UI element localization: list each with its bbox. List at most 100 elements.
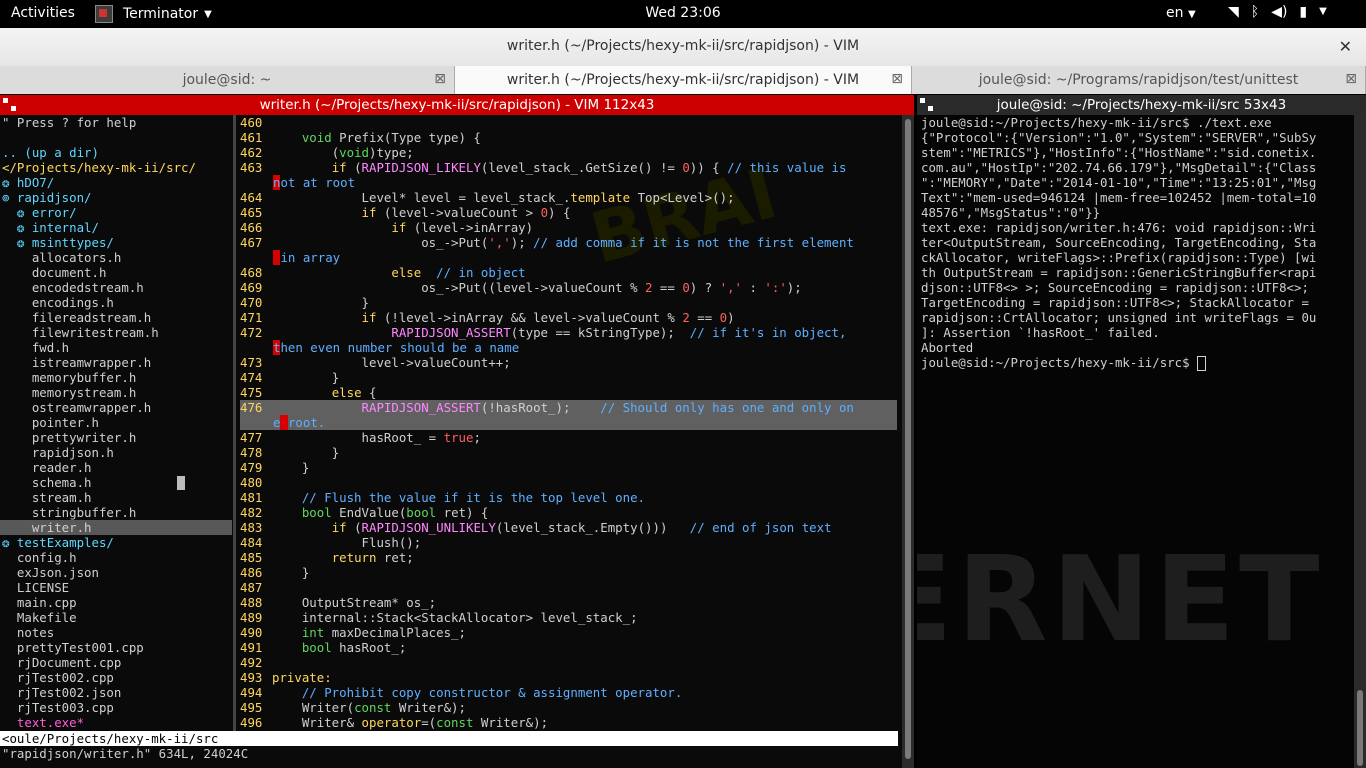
tree-file-item[interactable]: encodings.h	[2, 295, 114, 310]
code-line[interactable]: 483 if (RAPIDJSON_UNLIKELY(level_stack_.…	[240, 520, 897, 535]
code-line[interactable]: 484 Flush();	[240, 535, 897, 550]
tree-file-item[interactable]: prettyTest001.cpp	[2, 640, 144, 655]
code-buffer[interactable]: 460 461 void Prefix(Type type) {462 (void…	[240, 115, 900, 735]
window-titlebar[interactable]: writer.h (~/Projects/hexy-mk-ii/src/rapi…	[0, 28, 1366, 67]
code-line[interactable]: then even number should be a name	[240, 340, 897, 355]
tree-file-item[interactable]: ostreamwrapper.h	[2, 400, 151, 415]
tree-file-item[interactable]: writer.h	[0, 520, 232, 535]
code-line[interactable]: 471 if (!level->inArray && level->valueC…	[240, 310, 897, 325]
tree-file-item[interactable]: rapidjson.h	[2, 445, 114, 460]
tree-file-item[interactable]: pointer.h	[2, 415, 99, 430]
code-line[interactable]: 490 int maxDecimalPlaces_;	[240, 625, 897, 640]
tree-file-item[interactable]: prettywriter.h	[2, 430, 136, 445]
code-line[interactable]: 464 Level* level = level_stack_.template…	[240, 190, 897, 205]
tree-file-item[interactable]: allocators.h	[2, 250, 122, 265]
tree-dir-item[interactable]: </Projects/hexy-mk-ii/src/	[2, 160, 196, 175]
keyboard-layout[interactable]: en ▼	[1166, 5, 1196, 21]
pane-titlebar[interactable]: joule@sid: ~/Projects/hexy-mk-ii/src 53x…	[917, 95, 1366, 115]
tree-file-item[interactable]: .. (up a dir)	[2, 145, 99, 160]
scrollbar[interactable]	[1354, 115, 1366, 768]
code-line[interactable]: 462 (void)type;	[240, 145, 897, 160]
nerdtree[interactable]: " Press ? for help .. (up a dir) </Project…	[0, 115, 232, 735]
tree-file-item[interactable]: rjTest002.json	[2, 685, 121, 700]
close-icon[interactable]: ✕	[1339, 37, 1352, 56]
tree-file-item[interactable]: main.cpp	[2, 595, 77, 610]
tab-home[interactable]: joule@sid: ~ ⊠	[0, 66, 455, 94]
tree-file-item[interactable]: memorystream.h	[2, 385, 136, 400]
code-line[interactable]: 479 }	[240, 460, 897, 475]
code-line[interactable]: 475 else {	[240, 385, 897, 400]
tree-file-item[interactable]: stringbuffer.h	[2, 505, 136, 520]
code-line[interactable]: 467 os_->Put(','); // add comma if it is…	[240, 235, 897, 250]
tree-file-item[interactable]: LICENSE	[2, 580, 69, 595]
code-line[interactable]: 465 if (level->valueCount > 0) {	[240, 205, 897, 220]
window-split[interactable]	[233, 115, 236, 735]
terminal-pane[interactable]: INTERNET joule@sid: ~/Projects/hexy-mk-i…	[917, 95, 1366, 768]
code-line[interactable]: 476 RAPIDJSON_ASSERT(!hasRoot_); // Shou…	[240, 400, 897, 415]
code-line[interactable]: 480	[240, 475, 897, 490]
code-line[interactable]: 489 internal::Stack<StackAllocator> leve…	[240, 610, 897, 625]
tree-file-item[interactable]: schema.h	[2, 475, 92, 490]
code-line[interactable]: 477 hasRoot_ = true;	[240, 430, 897, 445]
tab-vim[interactable]: writer.h (~/Projects/hexy-mk-ii/src/rapi…	[455, 66, 912, 94]
tree-file-item[interactable]: " Press ? for help	[2, 115, 136, 130]
tree-dir-item[interactable]: ❂ error/	[2, 205, 77, 220]
tree-dir-item[interactable]: ❂ internal/	[2, 220, 99, 235]
tree-file-item[interactable]: config.h	[2, 550, 77, 565]
code-line[interactable]: 478 }	[240, 445, 897, 460]
code-line[interactable]: 491 bool hasRoot_;	[240, 640, 897, 655]
scrollbar-thumb[interactable]	[1357, 690, 1363, 766]
tree-dir-item[interactable]: ❂ msinttypes/	[2, 235, 114, 250]
code-line[interactable]: 493 private:	[240, 670, 897, 685]
tree-file-item[interactable]: rjTest003.cpp	[2, 700, 114, 715]
code-line[interactable]: 460	[240, 115, 897, 130]
tree-file-item[interactable]: rjTest002.cpp	[2, 670, 114, 685]
code-line[interactable]: 473 level->valueCount++;	[240, 355, 897, 370]
clock[interactable]: Wed 23:06	[0, 5, 1366, 21]
code-line[interactable]: 481 // Flush the value if it is the top …	[240, 490, 897, 505]
vim-pane[interactable]: BRAI writer.h (~/Projects/hexy-mk-ii/src…	[0, 95, 914, 768]
code-line[interactable]: 494 // Prohibit copy constructor & assig…	[240, 685, 897, 700]
close-icon[interactable]: ⊠	[891, 71, 903, 87]
code-line[interactable]: 496 Writer& operator=(const Writer&);	[240, 715, 897, 730]
tree-file-item[interactable]: rjDocument.cpp	[2, 655, 121, 670]
tree-file-item[interactable]: filewritestream.h	[2, 325, 159, 340]
code-line[interactable]: 495 Writer(const Writer&);	[240, 700, 897, 715]
scrollbar-thumb[interactable]	[905, 119, 911, 759]
code-line[interactable]: 487	[240, 580, 897, 595]
tree-file-item[interactable]: istreamwrapper.h	[2, 355, 151, 370]
code-line[interactable]: 468 else // in object	[240, 265, 897, 280]
code-line[interactable]: 463 if (RAPIDJSON_LIKELY(level_stack_.Ge…	[240, 160, 897, 175]
code-line[interactable]: 485 return ret;	[240, 550, 897, 565]
code-line[interactable]: 470 }	[240, 295, 897, 310]
tree-file-item[interactable]: encodedstream.h	[2, 280, 144, 295]
code-line[interactable]: in array	[240, 250, 897, 265]
code-line[interactable]: 466 if (level->inArray)	[240, 220, 897, 235]
code-line[interactable]: not at root	[240, 175, 897, 190]
code-line[interactable]: 482 bool EndValue(bool ret) {	[240, 505, 897, 520]
tree-file-item[interactable]: Makefile	[2, 610, 77, 625]
code-line[interactable]: 474 }	[240, 370, 897, 385]
code-line[interactable]: 492	[240, 655, 897, 670]
tree-file-item[interactable]: stream.h	[2, 490, 92, 505]
code-line[interactable]: 469 os_->Put((level->valueCount % 2 == 0…	[240, 280, 897, 295]
scrollbar[interactable]	[902, 115, 914, 768]
code-line[interactable]: 488 OutputStream* os_;	[240, 595, 897, 610]
tree-file-item[interactable]: exJson.json	[2, 565, 99, 580]
tree-file-item[interactable]: reader.h	[2, 460, 92, 475]
tree-file-item[interactable]: notes	[2, 625, 54, 640]
close-icon[interactable]: ⊠	[434, 71, 446, 87]
code-line[interactable]: 461 void Prefix(Type type) {	[240, 130, 897, 145]
tree-file-item[interactable]: fwd.h	[2, 340, 69, 355]
code-line[interactable]: 486 }	[240, 565, 897, 580]
close-icon[interactable]: ⊠	[1345, 71, 1357, 87]
pane-titlebar[interactable]: writer.h (~/Projects/hexy-mk-ii/src/rapi…	[0, 95, 914, 115]
tree-file-item[interactable]: text.exe*	[2, 715, 84, 730]
code-line[interactable]: e root.	[240, 415, 897, 430]
code-line[interactable]: 472 RAPIDJSON_ASSERT(type == kStringType…	[240, 325, 897, 340]
tree-dir-item[interactable]: ⊚ rapidjson/	[2, 190, 92, 205]
terminal-output[interactable]: joule@sid:~/Projects/hexy-mk-ii/src$ ./t…	[921, 115, 1351, 755]
tree-file-item[interactable]: memorybuffer.h	[2, 370, 136, 385]
tree-file-item[interactable]: document.h	[2, 265, 107, 280]
tree-dir-item[interactable]: ❂ hDO7/	[2, 175, 54, 190]
